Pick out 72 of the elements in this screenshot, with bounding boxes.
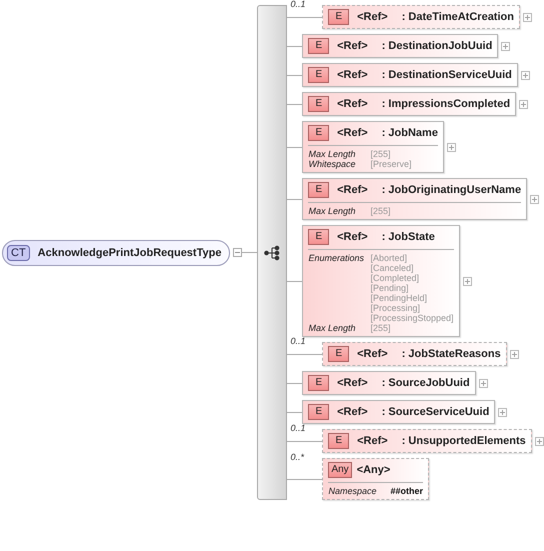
facet-label: Max Length bbox=[308, 149, 356, 159]
facet-value: [255] bbox=[370, 149, 390, 159]
ref-label: <Ref> bbox=[337, 377, 368, 389]
element-name: : JobOriginatingUserName bbox=[382, 184, 522, 196]
ref-label: <Any> bbox=[356, 464, 390, 476]
complex-type-box[interactable]: CT AcknowledgePrintJobRequestType bbox=[2, 240, 230, 266]
element-badge: E bbox=[308, 404, 330, 420]
facet-value: [Aborted] bbox=[370, 253, 408, 263]
facet-value: [PendingHeld] bbox=[370, 293, 428, 303]
element-badge: E bbox=[308, 229, 330, 245]
facet-label: Whitespace bbox=[308, 159, 356, 169]
element-box[interactable]: E <Ref> : DateTimeAtCreation bbox=[322, 5, 520, 29]
facet-value: [255] bbox=[370, 323, 390, 333]
ref-label: <Ref> bbox=[357, 435, 388, 447]
facet-value: [Pending] bbox=[370, 283, 410, 293]
element-box[interactable]: Any <Any> Namespace ##other bbox=[322, 458, 429, 500]
ref-label: <Ref> bbox=[337, 40, 368, 52]
facet-value: [255] bbox=[370, 206, 390, 216]
element-name: : DestinationServiceUuid bbox=[382, 69, 512, 81]
element-badge: E bbox=[308, 67, 330, 83]
element-box[interactable]: E <Ref> : JobName Max Length [255] Whitespace [Preserve] bbox=[302, 121, 444, 173]
element-badge: E bbox=[308, 96, 330, 112]
element-name: : UnsupportedElements bbox=[402, 435, 526, 447]
facet-value: ##other bbox=[390, 486, 423, 496]
element-name: : DateTimeAtCreation bbox=[402, 11, 514, 23]
element-name: : JobName bbox=[382, 127, 438, 139]
element-badge: Any bbox=[328, 462, 352, 478]
element-badge: E bbox=[308, 125, 330, 141]
ref-label: <Ref> bbox=[337, 69, 368, 81]
occurrence-label: 0..1 bbox=[290, 0, 306, 9]
element-name: : SourceJobUuid bbox=[382, 377, 470, 389]
ref-label: <Ref> bbox=[337, 406, 368, 418]
element-badge: E bbox=[308, 182, 330, 198]
element-name: : SourceServiceUuid bbox=[382, 406, 490, 418]
ref-label: <Ref> bbox=[337, 98, 368, 110]
occurrence-label: 0..1 bbox=[290, 336, 306, 346]
element-box[interactable]: E <Ref> : DestinationServiceUuid bbox=[302, 63, 518, 87]
element-badge: E bbox=[328, 433, 350, 449]
ref-label: <Ref> bbox=[337, 231, 368, 243]
element-name: : ImpressionsCompleted bbox=[382, 98, 510, 110]
facet-value: [Completed] bbox=[370, 273, 420, 283]
element-box[interactable]: E <Ref> : JobOriginatingUserName Max Length [255] bbox=[302, 178, 528, 220]
facet-label: Namespace bbox=[328, 486, 378, 496]
element-box[interactable]: E <Ref> : JobStateReasons bbox=[322, 342, 507, 366]
facet-label: Enumerations bbox=[308, 253, 365, 265]
element-box[interactable]: E <Ref> : SourceServiceUuid bbox=[302, 400, 496, 424]
element-name: : JobState bbox=[382, 231, 435, 243]
occurrence-label: 0..* bbox=[290, 452, 304, 462]
element-box[interactable]: E <Ref> : SourceJobUuid bbox=[302, 371, 476, 395]
ref-label: <Ref> bbox=[357, 348, 388, 360]
element-box[interactable]: E <Ref> : JobState Enumerations [Aborted] [Canceled] [Completed] [Pending] [PendingHeld] [Processing] [ProcessingStopped] Max Length [255] bbox=[302, 225, 460, 337]
element-box[interactable]: E <Ref> : ImpressionsCompleted bbox=[302, 92, 516, 116]
facet-label: Max Length bbox=[308, 323, 356, 333]
element-box[interactable]: E <Ref> : UnsupportedElements bbox=[322, 429, 532, 453]
complex-type-badge: CT bbox=[7, 244, 30, 260]
type-name: AcknowledgePrintJobRequestType bbox=[38, 246, 222, 258]
element-name: : DestinationJobUuid bbox=[382, 40, 492, 52]
element-box[interactable]: E <Ref> : DestinationJobUuid bbox=[302, 34, 498, 58]
occurrence-label: 0..1 bbox=[290, 423, 306, 433]
element-badge: E bbox=[308, 375, 330, 391]
element-badge: E bbox=[328, 346, 350, 362]
element-name: : JobStateReasons bbox=[402, 348, 501, 360]
facet-value: [Canceled] bbox=[370, 263, 414, 273]
facet-value: [Processing] bbox=[370, 303, 421, 313]
facet-value: [ProcessingStopped] bbox=[370, 313, 454, 323]
ref-label: <Ref> bbox=[337, 184, 368, 196]
ref-label: <Ref> bbox=[337, 127, 368, 139]
ref-label: <Ref> bbox=[357, 11, 388, 23]
facet-value: [Preserve] bbox=[370, 159, 412, 169]
facet-label: Max Length bbox=[308, 206, 356, 216]
element-badge: E bbox=[308, 38, 330, 54]
element-badge: E bbox=[328, 9, 350, 25]
